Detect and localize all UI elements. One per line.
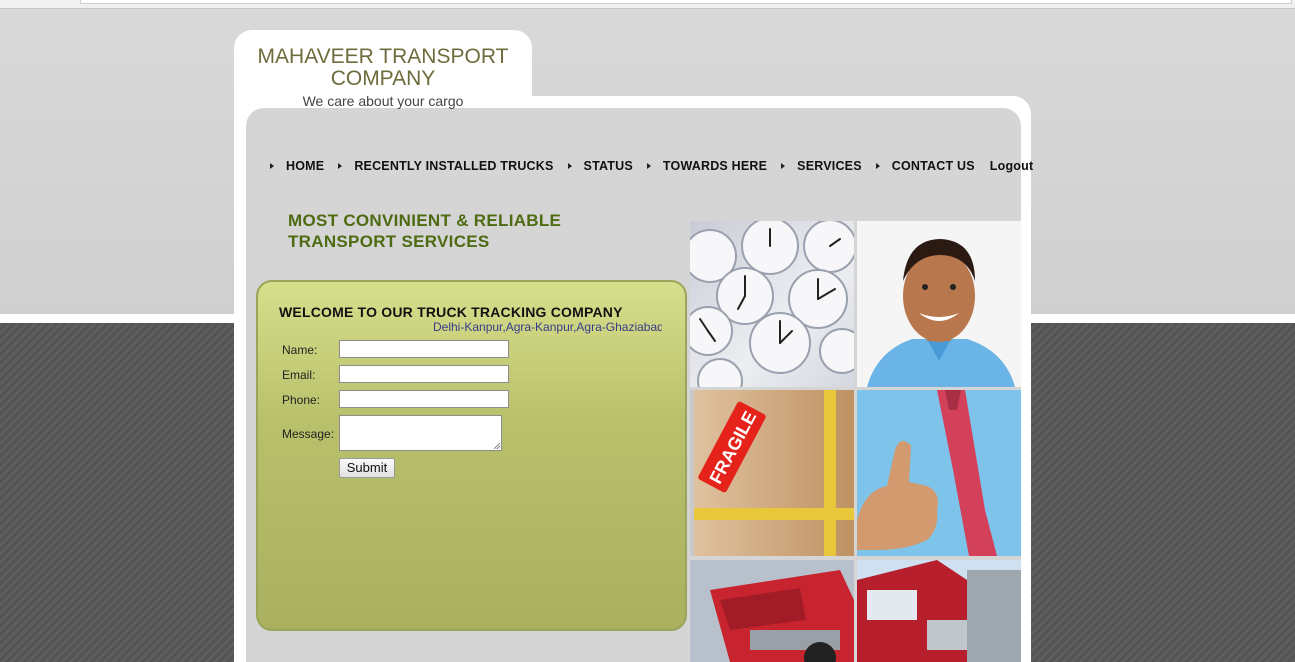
nav-label: TOWARDS HERE <box>662 159 768 173</box>
nav-home[interactable]: HOME <box>270 159 324 173</box>
nav-label: STATUS <box>583 159 633 173</box>
company-tagline: We care about your cargo <box>302 93 464 109</box>
nav-contact-us[interactable]: CONTACT US <box>875 159 975 173</box>
browser-top-strip <box>0 0 1295 9</box>
page-headline: MOST CONVINIENT & RELIABLE TRANSPORT SER… <box>288 210 608 252</box>
form-title: WELCOME TO OUR TRUCK TRACKING COMPANY <box>279 304 623 320</box>
routes-ticker: Delhi-Kanpur,Agra-Kanpur,Agra-Ghaziabad <box>433 320 662 334</box>
resize-grip-icon[interactable] <box>494 443 500 449</box>
arrow-bullet-icon <box>875 163 880 169</box>
arrow-bullet-icon <box>338 163 343 169</box>
arrow-bullet-icon <box>781 163 786 169</box>
nav-status[interactable]: STATUS <box>567 159 633 173</box>
name-input[interactable] <box>339 340 509 358</box>
logout-link[interactable]: Logout <box>990 159 1034 173</box>
phone-input[interactable] <box>339 390 509 408</box>
message-label: Message: <box>282 427 335 441</box>
name-label: Name: <box>282 343 318 357</box>
arrow-bullet-icon <box>567 163 572 169</box>
nav-recently-installed-trucks[interactable]: RECENTLY INSTALLED TRUCKS <box>338 159 553 173</box>
fragile-box-image: FRAGILE <box>690 390 854 556</box>
arrow-bullet-icon <box>646 163 651 169</box>
nav-label: RECENTLY INSTALLED TRUCKS <box>354 159 554 173</box>
clocks-image <box>690 221 854 387</box>
arrow-bullet-icon <box>270 163 274 169</box>
nav-towards-here[interactable]: TOWARDS HERE <box>646 159 768 173</box>
phone-label: Phone: <box>282 393 321 407</box>
thumbs-up-man-image <box>857 390 1021 556</box>
main-nav: HOME RECENTLY INSTALLED TRUCKS STATUS TO… <box>270 157 1047 175</box>
submit-button[interactable]: Submit <box>339 458 395 478</box>
email-label: Email: <box>282 368 316 382</box>
address-bar[interactable] <box>80 0 1292 4</box>
red-truck-image-1 <box>690 560 854 662</box>
email-input[interactable] <box>339 365 509 383</box>
smiling-man-image <box>857 221 1021 387</box>
red-truck-image-2 <box>857 560 1021 662</box>
nav-label: CONTACT US <box>891 159 975 173</box>
nav-label: HOME <box>286 159 325 173</box>
headline-line-1: MOST CONVINIENT & RELIABLE <box>288 211 562 230</box>
nav-label: SERVICES <box>797 159 862 173</box>
headline-line-2: TRANSPORT SERVICES <box>288 232 490 251</box>
company-logo-title[interactable]: MAHAVEER TRANSPORT COMPANY <box>234 46 532 90</box>
message-textarea[interactable] <box>339 415 502 451</box>
nav-services[interactable]: SERVICES <box>781 159 862 173</box>
